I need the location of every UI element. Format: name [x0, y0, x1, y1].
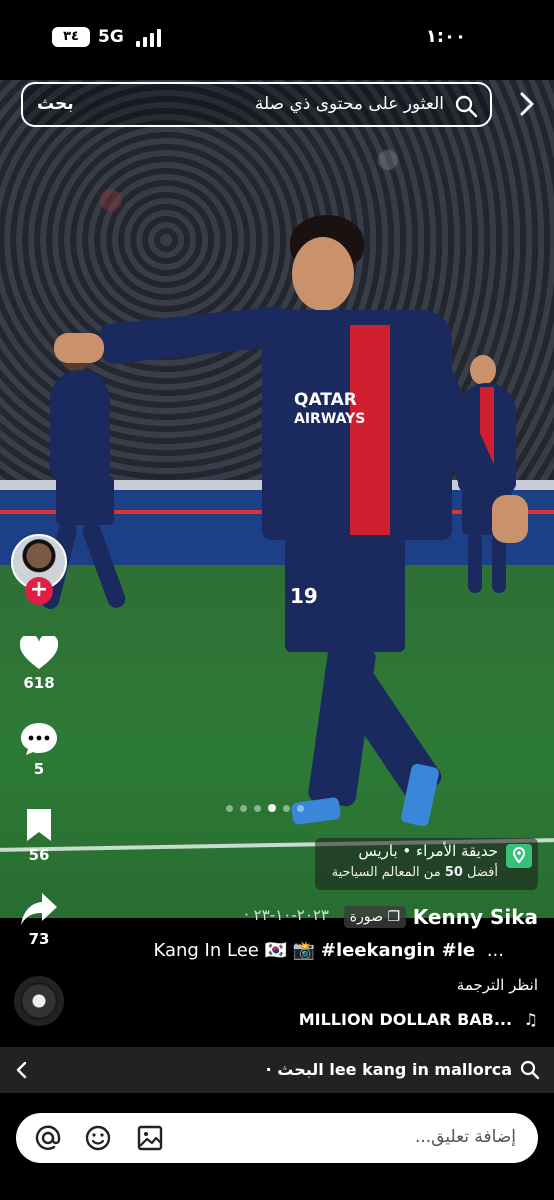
battery-indicator: ٣٤ [52, 27, 90, 47]
save-count: 56 [28, 846, 50, 864]
music-track[interactable]: MILLION DOLLAR BAB... ♫ [299, 1010, 538, 1029]
carousel-dot [240, 805, 247, 812]
heart-icon [20, 636, 58, 669]
caption[interactable]: Kang In Lee 🇰🇷 📸 #leekangin #le ... [153, 940, 504, 961]
carousel-dot [226, 805, 233, 812]
see-translation-link[interactable]: انظر الترجمة [457, 976, 538, 994]
carousel-dot [268, 804, 276, 812]
search-icon [455, 95, 478, 118]
network-label: 5G [98, 27, 124, 47]
caption-hashtags[interactable]: #leekangin #le [321, 940, 475, 961]
comment-input[interactable]: إضافة تعليق... [16, 1113, 538, 1163]
back-chevron-icon[interactable] [512, 90, 540, 118]
carousel-dot [254, 805, 261, 812]
post-type-badge: ❐ صورة [343, 906, 406, 928]
bookmark-icon [27, 809, 51, 841]
comment-bubble-icon [21, 723, 57, 755]
search-icon [520, 1060, 540, 1080]
camera-icon: 📸 [292, 940, 316, 961]
comment-button[interactable]: 5 [12, 722, 66, 778]
share-count: 73 [28, 930, 50, 948]
main-player: QATAR AIRWAYS 19 [40, 215, 540, 855]
caption-name: Kang In Lee [153, 940, 259, 961]
author-avatar-group[interactable]: + [11, 534, 67, 605]
related-search-query: lee kang in mallorca [329, 1060, 512, 1079]
search-input[interactable]: العثور على محتوى ذي صلة [255, 94, 444, 114]
post-type-label: صورة [349, 909, 383, 925]
emoji-icon[interactable] [84, 1124, 112, 1152]
image-icon[interactable] [136, 1124, 164, 1152]
comment-zone: إضافة تعليق... [0, 1093, 554, 1200]
location-name: حديقة الأمراء • باريس [358, 842, 498, 860]
status-bar: ٣٤ 5G ١:٠٠ [0, 0, 554, 80]
comment-placeholder: إضافة تعليق... [414, 1127, 516, 1147]
location-rank: 50 [444, 865, 463, 880]
search-bar[interactable]: بحث العثور على محتوى ذي صلة [21, 82, 492, 127]
like-button[interactable]: 618 [12, 636, 66, 692]
comment-count: 5 [33, 760, 45, 778]
author-name[interactable]: Kenny Sika [413, 905, 538, 929]
chevron-left-icon [16, 1061, 27, 1079]
share-button[interactable]: 73 [12, 892, 66, 948]
photo-type-icon: ❐ [387, 909, 400, 925]
location-subtitle: أفضل 50 من المعالم السياحية [332, 865, 498, 880]
post-photo[interactable]: QATAR AIRWAYS 19 [0, 80, 554, 918]
signal-icon [136, 29, 162, 47]
related-search-text: lee kang in mallorca البحث · [266, 1060, 512, 1079]
music-disc-icon[interactable] [14, 976, 64, 1026]
related-search-bar[interactable]: lee kang in mallorca البحث · [0, 1047, 554, 1093]
music-note-icon: ♫ [523, 1010, 538, 1029]
post-date: ٢٠٢٣-١٠-٢٣ · [244, 906, 329, 924]
location-card[interactable]: حديقة الأمراء • باريس أفضل 50 من المعالم… [315, 838, 538, 890]
shirt-number: 19 [290, 584, 318, 608]
location-pin-icon [506, 844, 532, 868]
clock: ١:٠٠ [425, 26, 466, 47]
sponsor-line-2: AIRWAYS [294, 411, 366, 427]
follow-button[interactable]: + [25, 577, 53, 605]
carousel-dots [226, 797, 311, 812]
mention-icon[interactable] [34, 1124, 62, 1152]
share-arrow-icon [21, 893, 57, 925]
related-search-prefix: البحث · [265, 1060, 324, 1079]
music-title: MILLION DOLLAR BAB... [298, 1010, 513, 1029]
flag-icon: 🇰🇷 [264, 940, 287, 961]
carousel-dot [297, 805, 304, 812]
like-count: 618 [23, 674, 55, 692]
sponsor-line-1: QATAR [294, 390, 357, 410]
save-button[interactable]: 56 [12, 808, 66, 864]
location-subtitle-prefix: أفضل [467, 865, 498, 880]
search-button[interactable]: بحث [37, 94, 74, 114]
carousel-dot [283, 805, 290, 812]
caption-more[interactable]: ... [487, 940, 504, 961]
location-subtitle-suffix: من المعالم السياحية [331, 865, 441, 880]
